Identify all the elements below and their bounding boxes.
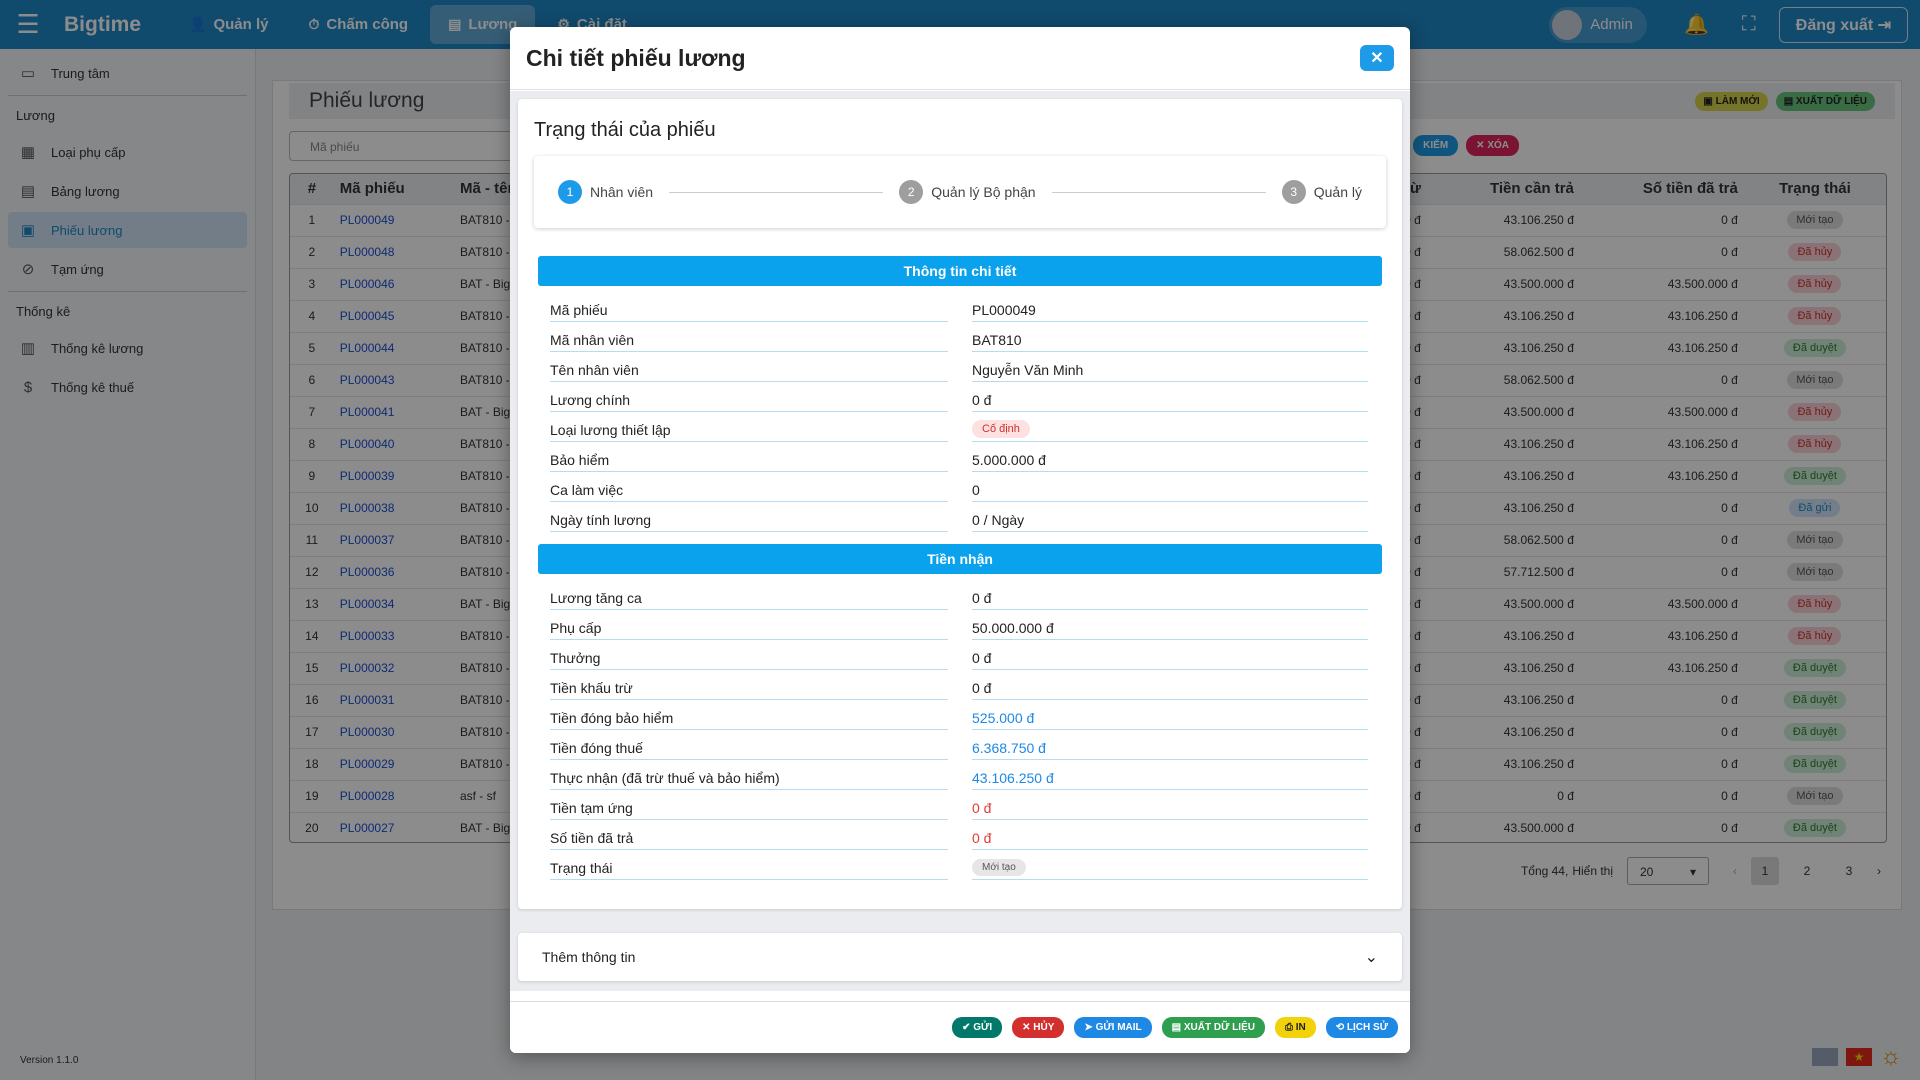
payslip-detail-modal: Chi tiết phiếu lương ✕ Trạng thái của ph… [510,27,1410,1053]
detail-value: 0 đ [972,800,1368,820]
detail-row: Số tiền đã trả 0 đ [534,820,1386,850]
detail-label: Lương tăng ca [550,590,948,610]
detail-value: 0 / Ngày [972,512,1368,532]
detail-row: Thưởng 0 đ [534,640,1386,670]
more-info-accordion[interactable]: Thêm thông tin ⌄ [518,933,1402,981]
detail-value: 0 đ [972,590,1368,610]
detail-value: 0 [972,482,1368,502]
detail-value: 5.000.000 đ [972,452,1368,472]
detail-label: Bảo hiểm [550,452,948,472]
detail-label: Phụ cấp [550,620,948,640]
section-header-detail: Thông tin chi tiết [538,256,1382,286]
detail-row: Trạng thái Mới tạo [534,850,1386,880]
detail-row: Loại lương thiết lập Cố định [534,412,1386,442]
detail-label: Tiền khấu trừ [550,680,948,700]
detail-value: 0 đ [972,392,1368,412]
modal-footer: ✔ GỬI ✕ HỦY ➤ GỬI MAIL ▤ XUẤT DỮ LIỆU ⎙ … [510,1001,1410,1053]
value-tag: Mới tạo [972,859,1026,876]
detail-value: BAT810 [972,332,1368,352]
detail-row: Tiền đóng bảo hiểm 525.000 đ [534,700,1386,730]
detail-value: 6.368.750 đ [972,740,1368,760]
detail-label: Ngày tính lương [550,512,948,532]
detail-row: Phụ cấp 50.000.000 đ [534,610,1386,640]
detail-label: Tên nhân viên [550,362,948,382]
detail-value: 0 đ [972,650,1368,670]
detail-row: Lương tăng ca 0 đ [534,580,1386,610]
cancel-button[interactable]: ✕ HỦY [1012,1017,1065,1038]
chevron-down-icon: ⌄ [1364,949,1378,966]
detail-label: Thưởng [550,650,948,670]
detail-label: Trạng thái [550,860,948,880]
detail-label: Tiền tạm ứng [550,800,948,820]
detail-value: 50.000.000 đ [972,620,1368,640]
approval-stepper: 1 Nhân viên 2 Quản lý Bộ phận 3 Quản lý [534,156,1386,228]
detail-label: Lương chính [550,392,948,412]
send-mail-button[interactable]: ➤ GỬI MAIL [1074,1017,1152,1038]
value-tag: Cố định [972,420,1030,438]
detail-row: Tiền khấu trừ 0 đ [534,670,1386,700]
close-icon[interactable]: ✕ [1360,45,1394,71]
detail-row: Mã phiếu PL000049 [534,292,1386,322]
detail-row: Ngày tính lương 0 / Ngày [534,502,1386,532]
status-title: Trạng thái của phiếu [534,119,716,141]
detail-value: 0 đ [972,830,1368,850]
detail-value: PL000049 [972,302,1368,322]
detail-value: 0 đ [972,680,1368,700]
history-button[interactable]: ⟲ LỊCH SỬ [1325,1017,1398,1038]
status-card: Trạng thái của phiếu 1 Nhân viên 2 Quản lý… [518,99,1402,909]
section-header-income: Tiền nhận [538,544,1382,574]
detail-label: Tiền đóng thuế [550,740,948,760]
detail-label: Số tiền đã trả [550,830,948,850]
detail-row: Tên nhân viên Nguyễn Văn Minh [534,352,1386,382]
detail-label: Loại lương thiết lập [550,422,948,442]
detail-label: Ca làm việc [550,482,948,502]
step-quan-ly-bo-phan: 2 Quản lý Bộ phận [899,180,1036,204]
modal-title: Chi tiết phiếu lương [526,44,746,71]
detail-row: Thực nhận (đã trừ thuế và bảo hiểm) 43.10… [534,760,1386,790]
detail-value: 525.000 đ [972,710,1368,730]
detail-value: Nguyễn Văn Minh [972,362,1368,382]
step-quan-ly: 3 Quản lý [1281,180,1362,204]
send-button[interactable]: ✔ GỬI [952,1017,1003,1038]
detail-label: Mã nhân viên [550,332,948,352]
detail-label: Mã phiếu [550,302,948,322]
detail-label: Thực nhận (đã trừ thuế và bảo hiểm) [550,770,948,790]
detail-value: Cố định [972,419,1368,442]
detail-row: Tiền đóng thuế 6.368.750 đ [534,730,1386,760]
detail-value: Mới tạo [972,857,1368,880]
detail-label: Tiền đóng bảo hiểm [550,710,948,730]
detail-value: 43.106.250 đ [972,770,1368,790]
print-button[interactable]: ⎙ IN [1274,1017,1316,1038]
detail-row: Ca làm việc 0 [534,472,1386,502]
detail-row: Tiền tạm ứng 0 đ [534,790,1386,820]
detail-row: Mã nhân viên BAT810 [534,322,1386,352]
detail-row: Lương chính 0 đ [534,382,1386,412]
export-data-button[interactable]: ▤ XUẤT DỮ LIỆU [1161,1017,1265,1038]
detail-row: Bảo hiểm 5.000.000 đ [534,442,1386,472]
step-nhan-vien: 1 Nhân viên [558,180,653,204]
